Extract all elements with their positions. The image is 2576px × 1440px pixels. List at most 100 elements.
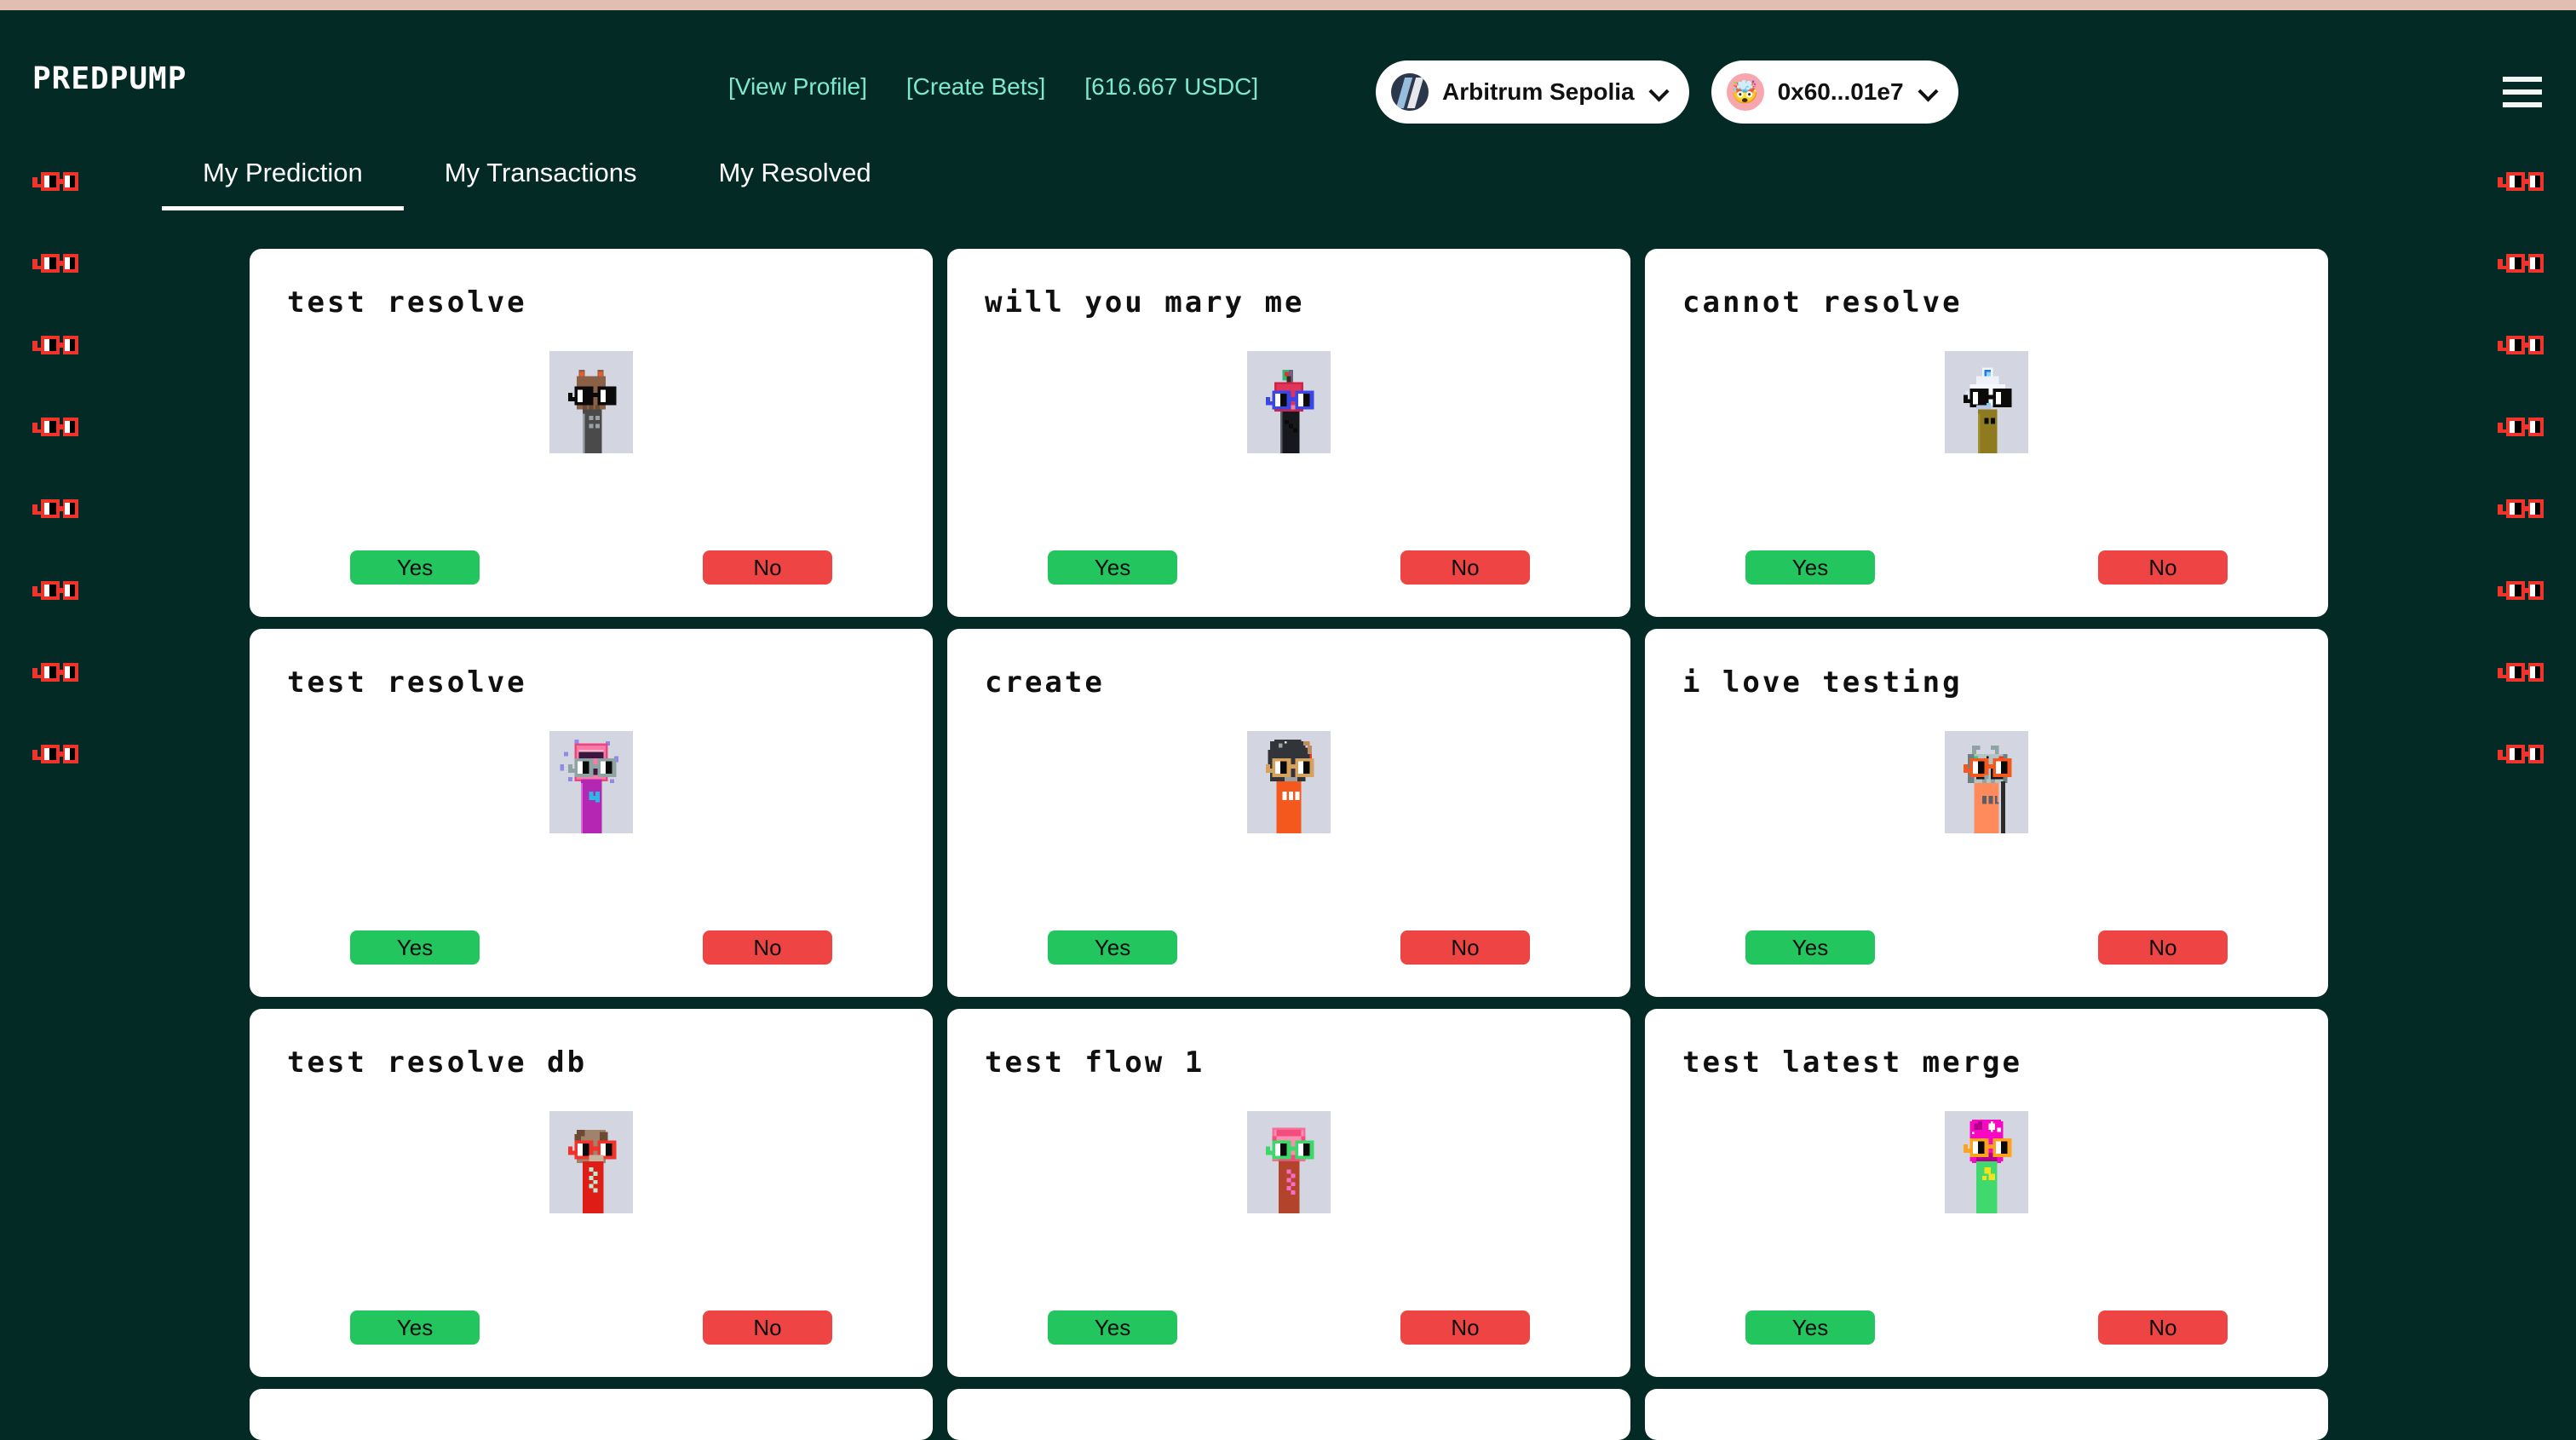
app-logo[interactable]: PREDPUMP	[32, 61, 187, 96]
hamburger-bar	[2503, 77, 2542, 82]
chevron-down-icon	[1919, 84, 1936, 101]
card-title: test resolve	[287, 285, 527, 320]
card-title: cannot resolve	[1682, 285, 1963, 320]
yes-button[interactable]: Yes	[1048, 930, 1177, 965]
pixel-sunglasses-icon	[2494, 576, 2547, 607]
pixel-sunglasses-icon	[2494, 658, 2547, 688]
pixel-sunglasses-icon	[29, 494, 82, 525]
no-button[interactable]: No	[703, 550, 832, 585]
pixel-sunglasses-icon	[2494, 412, 2547, 443]
no-button[interactable]: No	[2098, 550, 2228, 585]
tab-my-prediction[interactable]: My Prediction	[162, 158, 404, 210]
yes-button[interactable]: Yes	[1745, 1310, 1875, 1345]
network-selector-button[interactable]: Arbitrum Sepolia	[1376, 60, 1689, 124]
card-actions: Yes No	[1645, 1310, 2328, 1345]
card-title: create	[985, 665, 1105, 700]
card-title: will you mary me	[985, 285, 1305, 320]
top-accent-strip	[0, 0, 2576, 10]
create-bets-link[interactable]: [Create Bets]	[906, 73, 1045, 101]
prediction-card[interactable]: test resolve Yes No	[250, 249, 933, 617]
card-title: test latest merge	[1682, 1045, 2022, 1080]
card-title: i love testing	[1682, 665, 1963, 700]
prediction-cards-grid: test resolve Yes No will you mary me Yes No ca…	[250, 249, 2328, 1440]
yes-button[interactable]: Yes	[1745, 930, 1875, 965]
pixel-magenta-avatar	[1945, 1111, 2028, 1213]
pixel-sunglasses-icon	[2494, 249, 2547, 279]
pixel-sunglasses-icon	[2494, 494, 2547, 525]
prediction-card[interactable]: will you mary me Yes No	[947, 249, 1630, 617]
card-actions: Yes No	[1645, 550, 2328, 585]
yes-button[interactable]: Yes	[1048, 550, 1177, 585]
pixel-apple-avatar	[1247, 351, 1331, 453]
yes-button[interactable]: Yes	[350, 1310, 480, 1345]
pixel-sunglasses-icon	[2494, 167, 2547, 198]
card-actions: Yes No	[250, 1310, 933, 1345]
pixel-sunglasses-icon	[29, 740, 82, 770]
no-button[interactable]: No	[1400, 550, 1530, 585]
pixel-sunglasses-icon	[29, 412, 82, 443]
no-button[interactable]: No	[1400, 930, 1530, 965]
no-button[interactable]: No	[2098, 1310, 2228, 1345]
pixel-bomb-avatar	[1247, 731, 1331, 833]
prediction-card[interactable]	[250, 1389, 933, 1440]
pixel-sunglasses-icon	[29, 331, 82, 361]
pixel-sunglasses-icon	[29, 576, 82, 607]
card-title: test resolve	[287, 665, 527, 700]
wallet-avatar-icon: 🤯	[1726, 73, 1764, 111]
prediction-card[interactable]: test resolve Yes No	[250, 629, 933, 997]
tab-my-resolved[interactable]: My Resolved	[678, 158, 912, 210]
pixel-brown-avatar	[549, 1111, 633, 1213]
prediction-card[interactable]: test flow 1 Yes No	[947, 1009, 1630, 1377]
tab-my-transactions[interactable]: My Transactions	[404, 158, 678, 210]
hamburger-bar	[2503, 89, 2542, 95]
card-title: test resolve db	[287, 1045, 588, 1080]
no-button[interactable]: No	[703, 930, 832, 965]
card-title: test flow 1	[985, 1045, 1205, 1080]
page-header: PREDPUMP [View Profile] [Create Bets] [6…	[0, 10, 2576, 153]
pixel-pink-avatar	[549, 731, 633, 833]
hamburger-bar	[2503, 102, 2542, 107]
wallet-address-button[interactable]: 🤯 0x60...01e7	[1711, 60, 1958, 124]
card-actions: Yes No	[947, 550, 1630, 585]
prediction-card[interactable]	[947, 1389, 1630, 1440]
arbitrum-icon	[1391, 73, 1429, 111]
prediction-card[interactable]: cannot resolve Yes No	[1645, 249, 2328, 617]
header-nav: [View Profile] [Create Bets] [616.667 US…	[728, 73, 1258, 101]
card-actions: Yes No	[947, 1310, 1630, 1345]
yes-button[interactable]: Yes	[350, 930, 480, 965]
pixel-sunglasses-icon	[29, 658, 82, 688]
pixel-sunglasses-icon	[2494, 331, 2547, 361]
pixel-sunglasses-icon	[29, 249, 82, 279]
header-actions: Arbitrum Sepolia 🤯 0x60...01e7	[1376, 60, 1958, 124]
prediction-card[interactable]: i love testing Yes No	[1645, 629, 2328, 997]
pixel-ghost-avatar	[1945, 351, 2028, 453]
wallet-address-label: 0x60...01e7	[1777, 78, 1904, 105]
no-button[interactable]: No	[2098, 930, 2228, 965]
prediction-card[interactable]	[1645, 1389, 2328, 1440]
chevron-down-icon	[1650, 84, 1667, 101]
pixel-robot-avatar	[1945, 731, 2028, 833]
balance-link[interactable]: [616.667 USDC]	[1084, 73, 1258, 101]
card-actions: Yes No	[947, 930, 1630, 965]
pixel-bear-avatar	[549, 351, 633, 453]
pixel-sunglasses-icon	[2494, 740, 2547, 770]
pixel-brain-avatar	[1247, 1111, 1331, 1213]
tab-bar: My Prediction My Transactions My Resolve…	[162, 158, 912, 210]
yes-button[interactable]: Yes	[1745, 550, 1875, 585]
prediction-card[interactable]: test latest merge Yes No	[1645, 1009, 2328, 1377]
no-button[interactable]: No	[703, 1310, 832, 1345]
prediction-card[interactable]: create Yes No	[947, 629, 1630, 997]
no-button[interactable]: No	[1400, 1310, 1530, 1345]
card-actions: Yes No	[250, 550, 933, 585]
yes-button[interactable]: Yes	[350, 550, 480, 585]
prediction-card[interactable]: test resolve db Yes No	[250, 1009, 933, 1377]
left-decoration-column	[0, 153, 111, 1406]
yes-button[interactable]: Yes	[1048, 1310, 1177, 1345]
right-decoration-column	[2465, 153, 2576, 1406]
card-actions: Yes No	[1645, 930, 2328, 965]
view-profile-link[interactable]: [View Profile]	[728, 73, 867, 101]
pixel-sunglasses-icon	[29, 167, 82, 198]
hamburger-menu-icon[interactable]	[2503, 77, 2542, 107]
card-actions: Yes No	[250, 930, 933, 965]
network-label: Arbitrum Sepolia	[1442, 78, 1635, 105]
